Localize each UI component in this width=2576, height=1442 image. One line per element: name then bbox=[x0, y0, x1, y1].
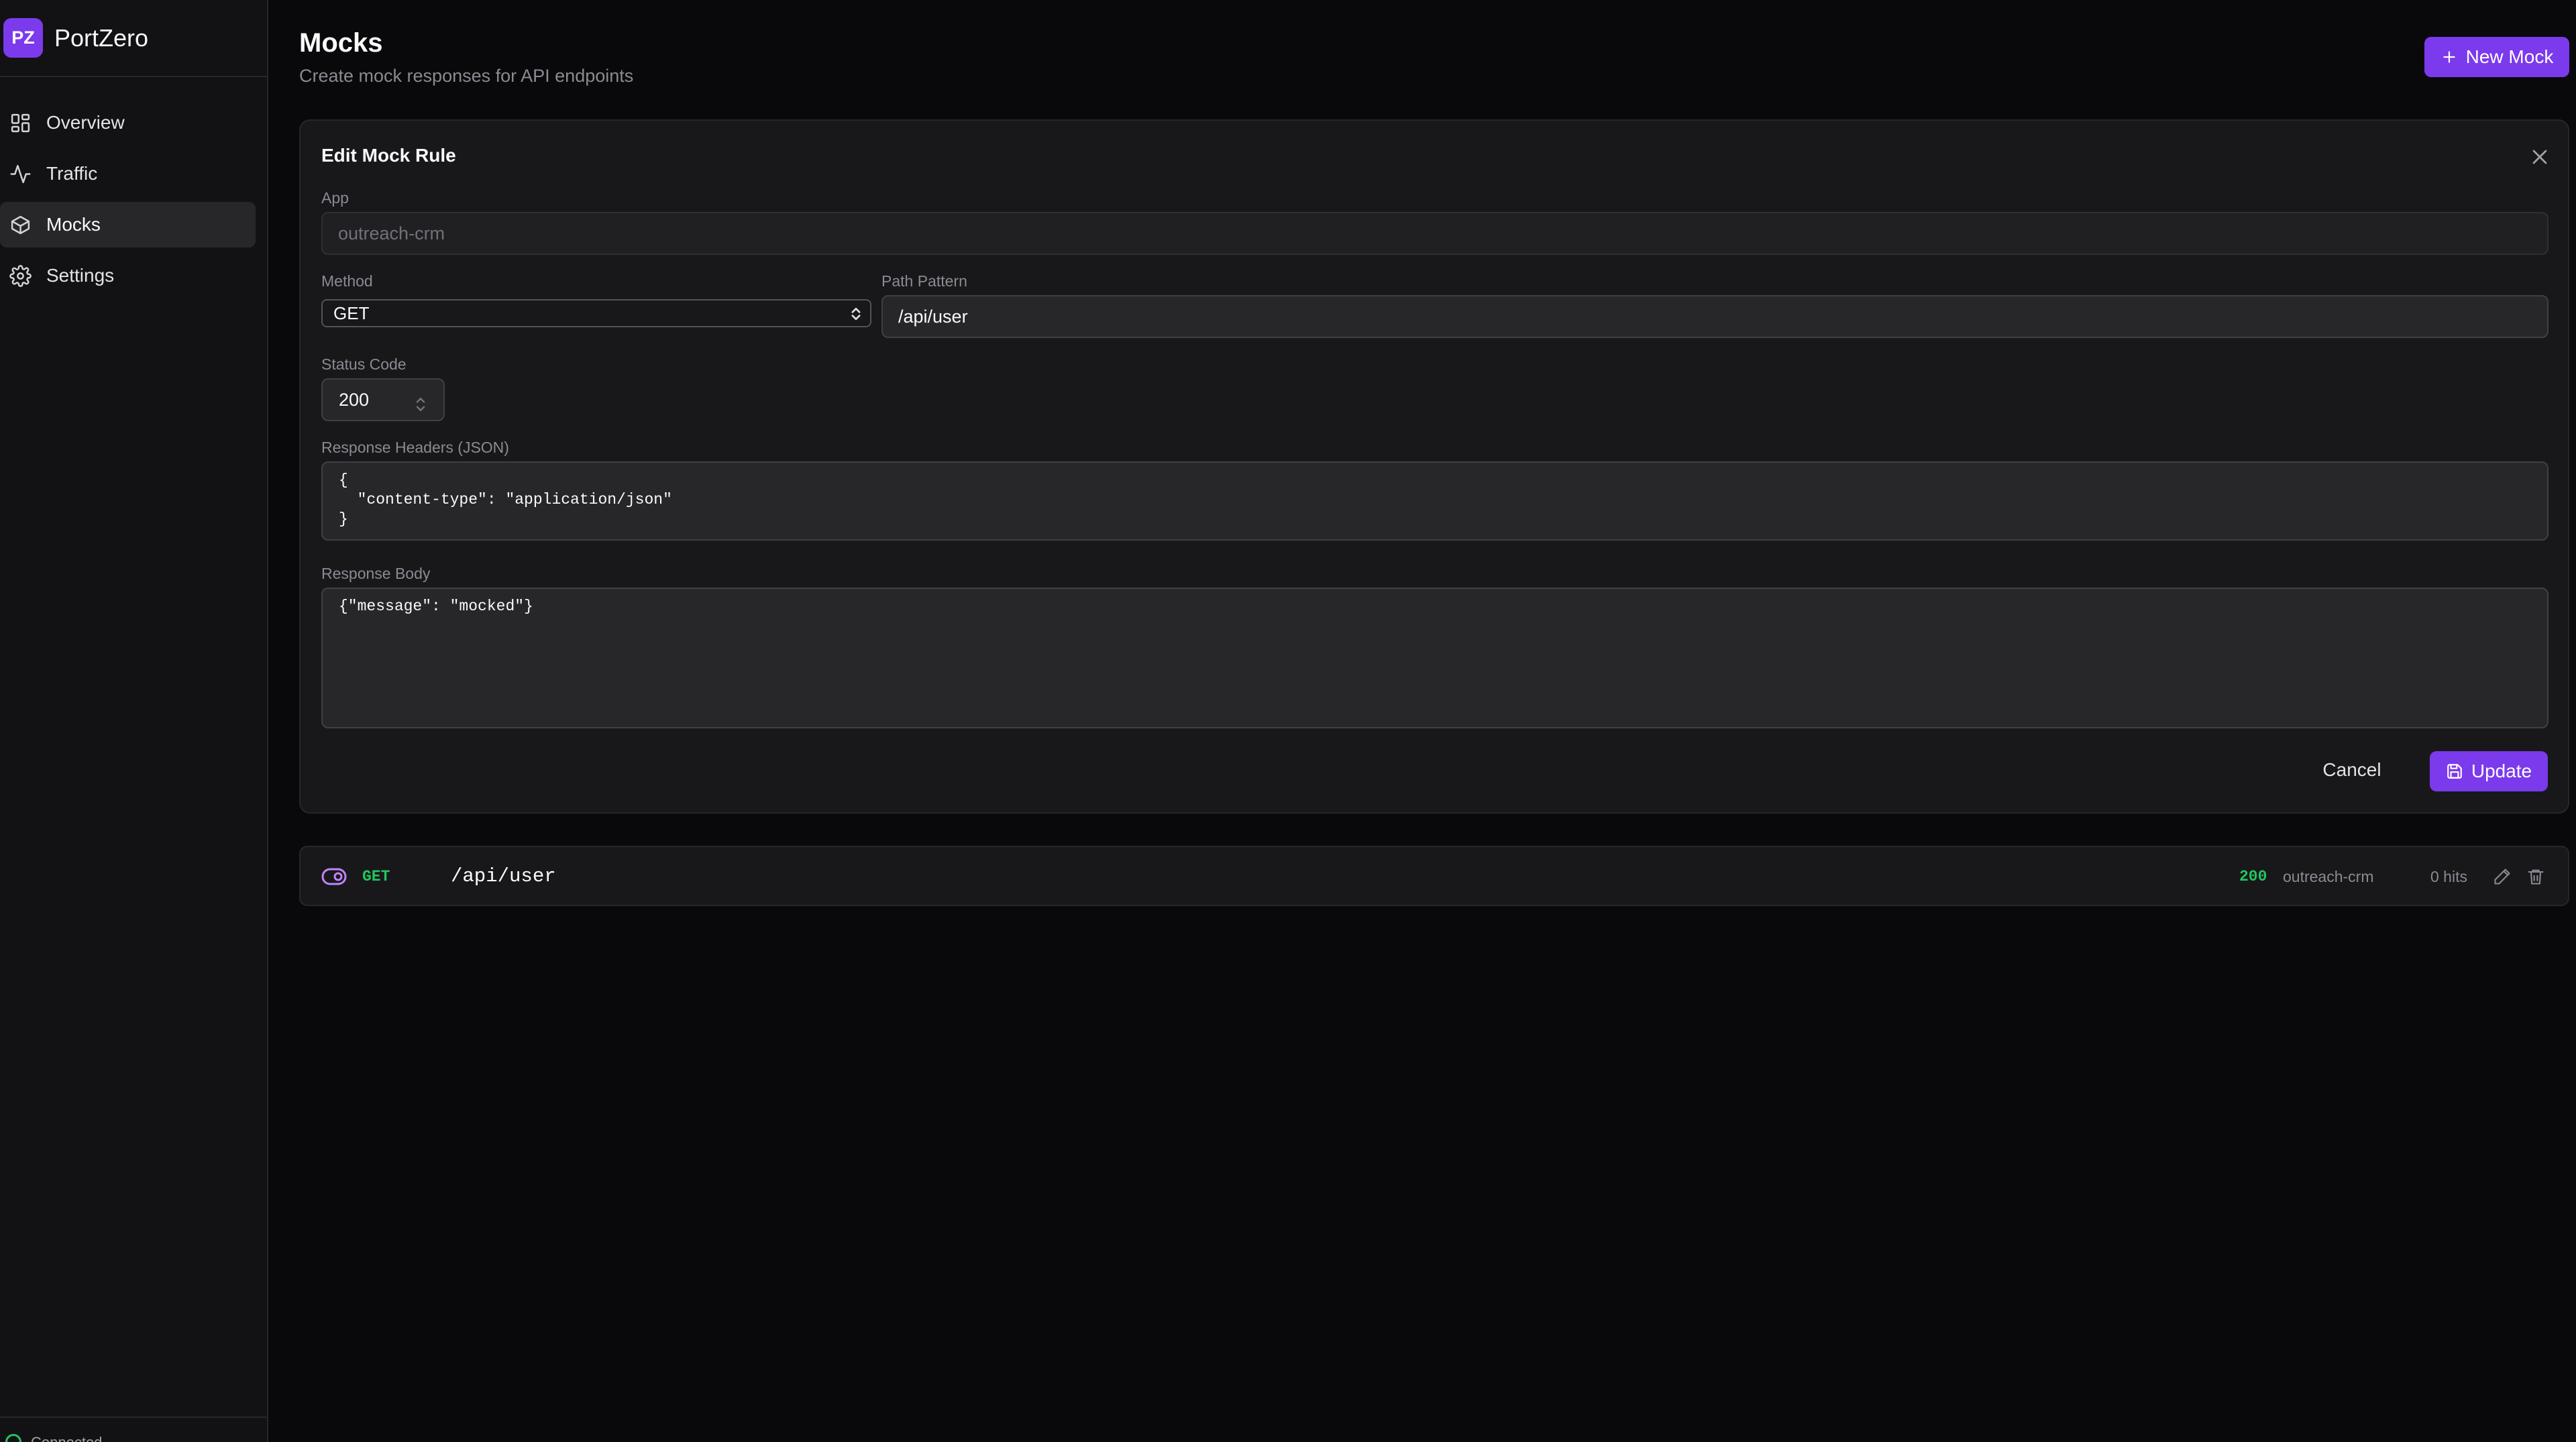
body-label: Response Body bbox=[321, 565, 431, 582]
app-value: outreach-crm bbox=[338, 223, 445, 243]
chevron-up-down-icon bbox=[849, 305, 863, 323]
connection-status: Connected bbox=[0, 1417, 268, 1442]
status-code-value: 200 bbox=[339, 389, 370, 410]
sidebar-nav: Overview Traffic Mocks Settings bbox=[0, 77, 267, 298]
status-indicator-icon bbox=[5, 1434, 21, 1442]
method-label: Method bbox=[321, 272, 373, 290]
sidebar-item-label: Mocks bbox=[46, 214, 101, 235]
plus-icon bbox=[2440, 48, 2458, 66]
sidebar-item-traffic[interactable]: Traffic bbox=[0, 151, 256, 197]
dashboard-icon bbox=[9, 112, 32, 134]
status-code-stepper[interactable]: 200 bbox=[321, 378, 445, 421]
method-select[interactable]: GET bbox=[321, 299, 871, 327]
sidebar-item-label: Traffic bbox=[46, 163, 98, 184]
edit-card-title: Edit Mock Rule bbox=[321, 145, 456, 166]
gear-icon bbox=[9, 264, 32, 287]
path-value: /api/user bbox=[898, 306, 968, 327]
new-mock-button[interactable]: New Mock bbox=[2424, 37, 2569, 77]
path-label: Path Pattern bbox=[881, 272, 967, 290]
save-icon bbox=[2446, 763, 2463, 780]
close-icon[interactable] bbox=[2528, 145, 2552, 169]
app-field[interactable]: outreach-crm bbox=[321, 212, 2548, 255]
sidebar-item-overview[interactable]: Overview bbox=[0, 100, 256, 146]
path-field[interactable]: /api/user bbox=[881, 295, 2548, 338]
mock-method: GET bbox=[362, 868, 390, 885]
headers-textarea[interactable]: { "content-type": "application/json" } bbox=[321, 461, 2548, 541]
toggle-on-icon[interactable] bbox=[321, 868, 347, 885]
update-label: Update bbox=[2471, 761, 2532, 781]
brand-logo: PZ bbox=[3, 18, 43, 58]
box-icon bbox=[9, 214, 32, 236]
update-button[interactable]: Update bbox=[2430, 751, 2548, 791]
cancel-button[interactable]: Cancel bbox=[2312, 751, 2392, 789]
brand[interactable]: PZ PortZero bbox=[0, 0, 267, 77]
app-label: App bbox=[321, 189, 349, 207]
mock-status-code: 200 bbox=[2239, 868, 2267, 885]
edit-mock-card: Edit Mock Rule App outreach-crm Method G… bbox=[299, 119, 2569, 814]
spinner-arrows-icon[interactable] bbox=[414, 394, 427, 414]
sidebar-item-label: Overview bbox=[46, 112, 125, 133]
page-subtitle: Create mock responses for API endpoints bbox=[299, 66, 634, 86]
page-title: Mocks bbox=[299, 28, 383, 58]
activity-icon bbox=[9, 163, 32, 185]
status-text: Connected bbox=[31, 1434, 102, 1442]
sidebar-item-label: Settings bbox=[46, 265, 115, 286]
brand-name: PortZero bbox=[54, 23, 149, 52]
method-value: GET bbox=[333, 302, 370, 323]
status-code-label: Status Code bbox=[321, 355, 407, 373]
sidebar: PZ PortZero Overview Traffic Mocks Setti… bbox=[0, 0, 268, 1442]
mock-hits: 0 hits bbox=[2430, 868, 2467, 885]
new-mock-label: New Mock bbox=[2465, 46, 2554, 67]
sidebar-item-settings[interactable]: Settings bbox=[0, 253, 256, 298]
pencil-icon[interactable] bbox=[2493, 867, 2512, 886]
headers-label: Response Headers (JSON) bbox=[321, 439, 509, 456]
mock-list-item[interactable]: GET /api/user 200 outreach-crm 0 hits bbox=[299, 846, 2569, 906]
sidebar-item-mocks[interactable]: Mocks bbox=[0, 202, 256, 247]
mock-path: /api/user bbox=[451, 865, 556, 887]
trash-icon[interactable] bbox=[2526, 867, 2545, 886]
mock-app: outreach-crm bbox=[2283, 868, 2374, 885]
body-textarea[interactable]: {"message": "mocked"} bbox=[321, 588, 2548, 728]
